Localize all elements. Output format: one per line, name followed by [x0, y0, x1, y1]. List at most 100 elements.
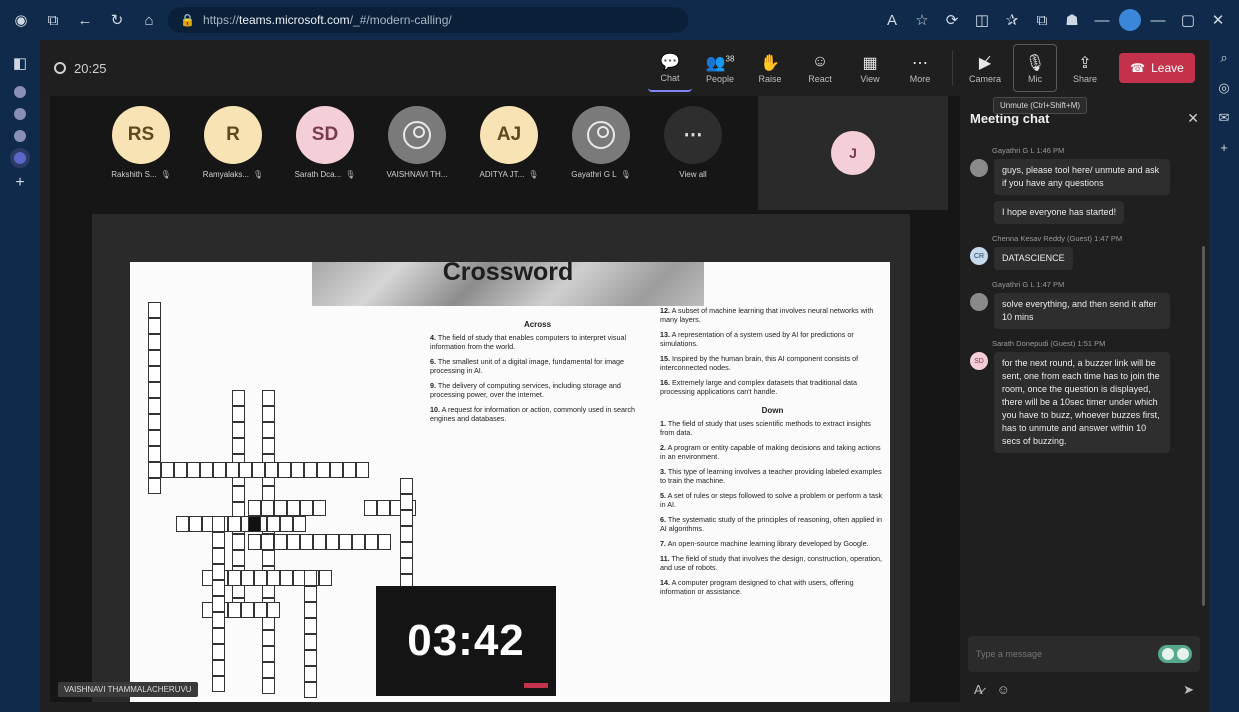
crossword-cell: [228, 516, 241, 532]
clue: 2. A program or entity capable of making…: [660, 443, 885, 461]
active-tab-icon[interactable]: [14, 152, 26, 164]
clue-text: This type of learning involves a teacher…: [660, 467, 882, 485]
message-bubble[interactable]: DATASCIENCE: [994, 247, 1073, 270]
crossword-cell: [248, 534, 261, 550]
clue-text: A representation of a system used by AI …: [660, 330, 854, 348]
view-all-label: View all: [679, 170, 707, 179]
message-bubble[interactable]: for the next round, a buzzer link will b…: [994, 352, 1170, 453]
address-bar[interactable]: 🔒 https://teams.microsoft.com/_#/modern-…: [168, 7, 688, 33]
clue-text: A computer program designed to chat with…: [660, 578, 854, 596]
crossword-cell: [262, 390, 275, 406]
participant-tile[interactable]: SD Sarath Dca... 🎙: [286, 106, 364, 179]
read-aloud-icon[interactable]: A: [879, 7, 905, 33]
crossword-cell: [265, 462, 278, 478]
react-label: React: [808, 73, 832, 84]
clue: 16. Extremely large and complex datasets…: [660, 378, 885, 396]
view-all-button[interactable]: ⋯ View all: [654, 106, 732, 179]
more-button[interactable]: ⋯ More: [898, 44, 942, 92]
browser-profile-icon[interactable]: ◉: [8, 7, 34, 33]
tab-icon[interactable]: [14, 86, 26, 98]
tab-icon[interactable]: [14, 108, 26, 120]
message-bubble[interactable]: I hope everyone has started!: [994, 201, 1125, 224]
sidebar-toggle-icon[interactable]: ◧: [7, 50, 33, 76]
chat-scrollbar[interactable]: [1202, 246, 1205, 606]
crossword-cell: [239, 462, 252, 478]
mic-button[interactable]: 🎙 Mic: [1013, 44, 1057, 92]
participant-tile[interactable]: VAISHNAVI TH...: [378, 106, 456, 179]
copilot-icon[interactable]: [1119, 9, 1141, 31]
message-input[interactable]: [976, 649, 1158, 659]
participant-tile[interactable]: R Ramyalaks... 🎙: [194, 106, 272, 179]
tab-actions-icon[interactable]: ⧉: [40, 7, 66, 33]
participant-tile[interactable]: RS Rakshith S... 🎙: [102, 106, 180, 179]
crossword-cell: [293, 516, 306, 532]
browser-toolbar: ◉ ⧉ ← ↻ ⌂ 🔒 https://teams.microsoft.com/…: [0, 0, 1239, 40]
participant-video-tile[interactable]: J: [758, 96, 948, 210]
split-screen-icon[interactable]: ◫: [969, 7, 995, 33]
raise-label: Raise: [758, 73, 782, 84]
home-icon[interactable]: ⌂: [136, 7, 162, 33]
message-bubble[interactable]: guys, please tool here/ unmute and ask i…: [994, 159, 1170, 195]
search-icon[interactable]: ⌕: [1220, 50, 1227, 66]
close-icon[interactable]: ✕: [1187, 110, 1199, 127]
avatar: J: [831, 131, 875, 175]
refresh-icon[interactable]: ↻: [104, 7, 130, 33]
tab-icon[interactable]: [14, 130, 26, 142]
copilot-sidebar-icon[interactable]: ◎: [1218, 80, 1229, 96]
crossword-cell: [274, 534, 287, 550]
crossword-cell: [212, 548, 225, 564]
crossword-cell: [339, 534, 352, 550]
view-button[interactable]: ▦ View: [848, 44, 892, 92]
format-icon[interactable]: A̷: [974, 682, 983, 698]
edge-sidebar: ⌕ ◎ ✉ +: [1209, 40, 1239, 712]
crossword-cell: [228, 570, 241, 586]
crossword-cell: [262, 438, 275, 454]
outlook-icon[interactable]: ✉: [1219, 110, 1230, 126]
toolbar-divider: [952, 50, 953, 86]
camera-label: Camera: [968, 73, 1001, 84]
collections-icon[interactable]: ⧉: [1029, 7, 1055, 33]
message-time: 1:46 PM: [1036, 146, 1065, 155]
close-window-icon[interactable]: ✕: [1205, 7, 1231, 33]
camera-button[interactable]: ▶̸ Camera: [963, 44, 1007, 92]
crossword-cell: [148, 430, 161, 446]
new-tab-icon[interactable]: +: [15, 174, 24, 192]
crossword-cell: [148, 414, 161, 430]
maximize-icon[interactable]: ▢: [1175, 7, 1201, 33]
favorites-icon[interactable]: ✰: [999, 7, 1025, 33]
participant-name: Ramyalaks...: [202, 170, 250, 179]
share-button[interactable]: ⇪ Share: [1063, 44, 1107, 92]
crossword-cell: [267, 570, 280, 586]
participant-tile[interactable]: Gayathri G L 🎙: [562, 106, 640, 179]
meeting-info-icon[interactable]: [54, 62, 66, 74]
chat-messages[interactable]: Gayathri G L 1:46 PM guys, please tool h…: [960, 140, 1209, 620]
emoji-icon[interactable]: ☺: [997, 682, 1010, 698]
view-label: View: [860, 73, 880, 84]
menu-icon[interactable]: —: [1089, 7, 1115, 33]
send-icon[interactable]: ➤: [1183, 682, 1194, 698]
timer-badge: [524, 683, 548, 688]
participant-tile[interactable]: AJ ADITYA JT... 🎙: [470, 106, 548, 179]
chat-button[interactable]: 💬 Chat: [648, 44, 692, 92]
react-button[interactable]: ☺ React: [798, 44, 842, 92]
extensions-icon[interactable]: ☗: [1059, 7, 1085, 33]
meeting-stage: RS Rakshith S... 🎙 R Ramyalaks... 🎙 SD Sar…: [50, 96, 960, 702]
message-bubble[interactable]: solve everything, and then send it after…: [994, 293, 1170, 329]
favorite-icon[interactable]: ☆: [909, 7, 935, 33]
clue: 6. The systematic study of the principle…: [660, 515, 885, 533]
shared-screen: Crossword Across 4. The field of study t…: [92, 214, 910, 702]
crossword-cell: [241, 570, 254, 586]
leave-button[interactable]: ☎ Leave: [1119, 53, 1195, 83]
more-icon: ⋯: [912, 54, 928, 72]
back-icon[interactable]: ←: [72, 7, 98, 33]
raise-hand-button[interactable]: ✋ Raise: [748, 44, 792, 92]
add-sidebar-icon[interactable]: +: [1220, 140, 1228, 155]
minimize-icon[interactable]: —: [1145, 7, 1171, 33]
crossword-cell: [148, 382, 161, 398]
loop-badge-icon[interactable]: [1158, 645, 1192, 663]
crossword-cell: [212, 644, 225, 660]
crossword-cell: [252, 462, 265, 478]
refresh-page-icon[interactable]: ⟳: [939, 7, 965, 33]
clue: 4. The field of study that enables compu…: [430, 333, 645, 351]
people-button[interactable]: 👥38 People: [698, 44, 742, 92]
